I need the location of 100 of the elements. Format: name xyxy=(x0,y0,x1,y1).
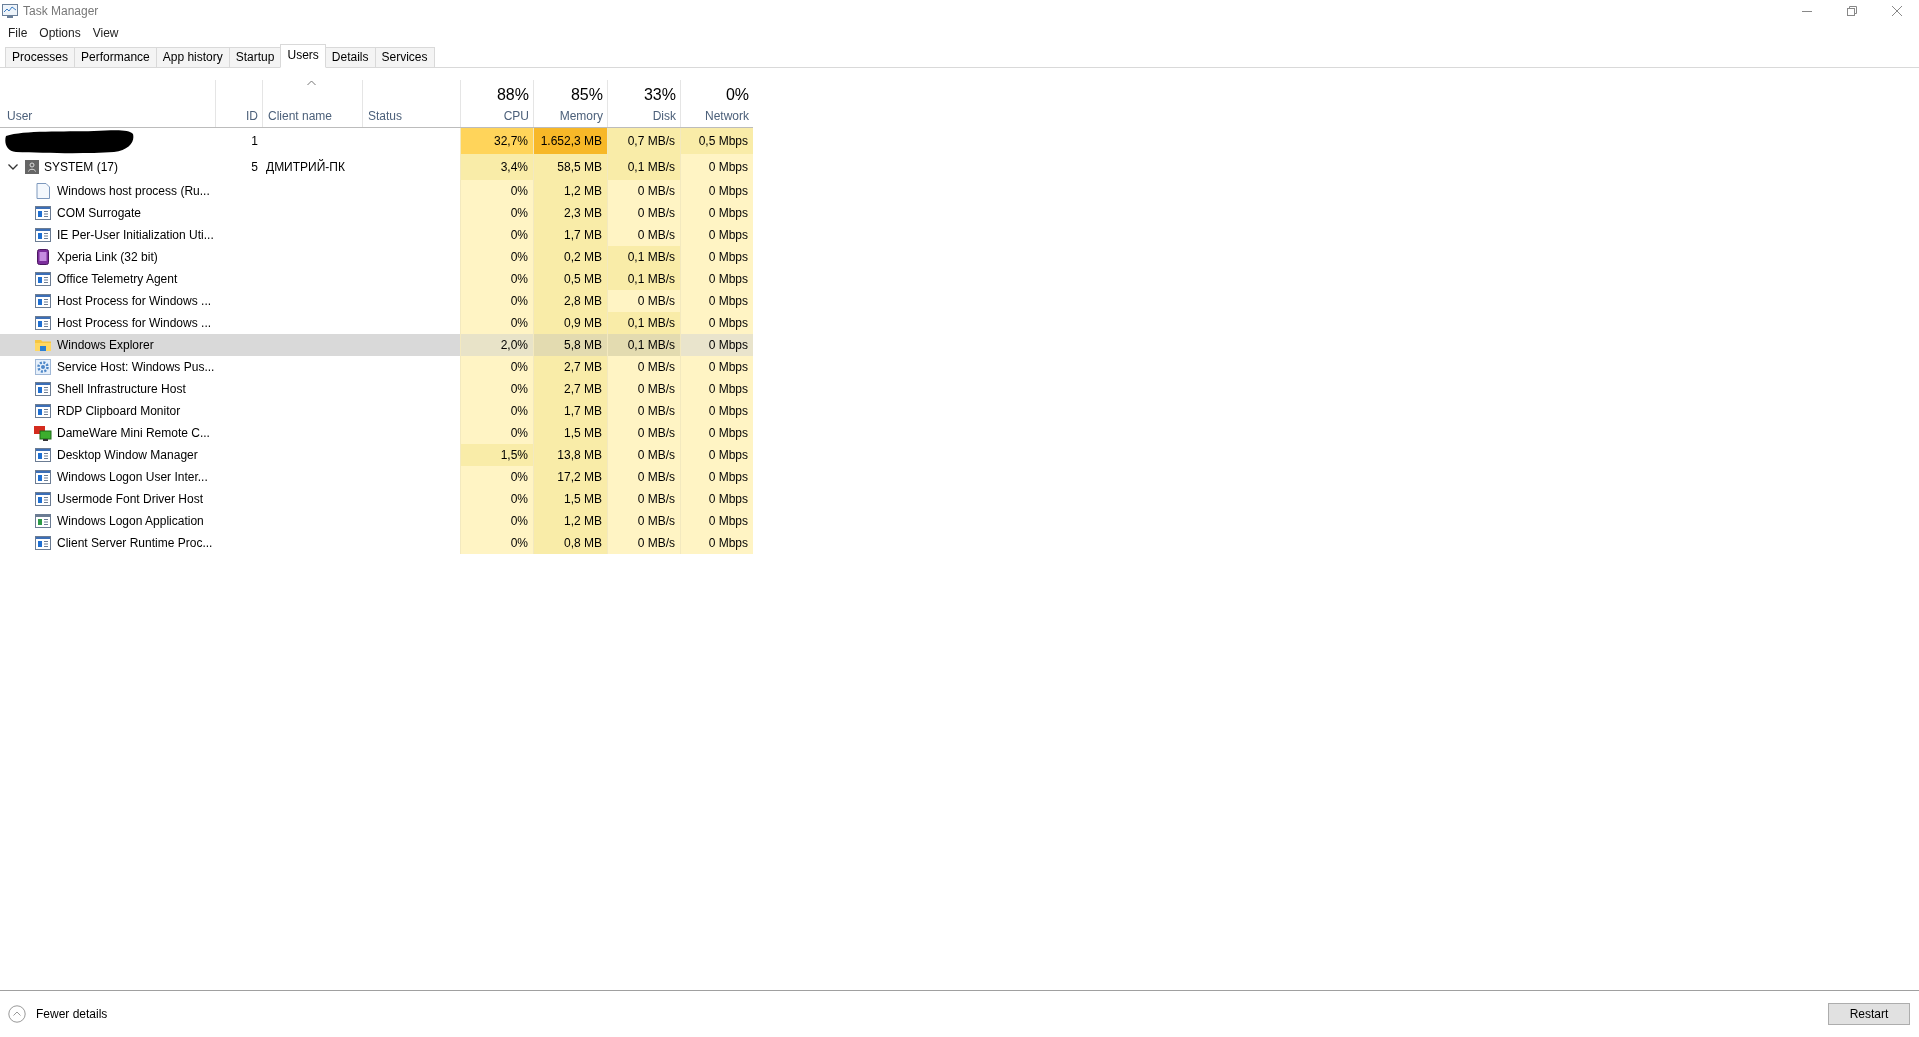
table-cell: 2,8 MB xyxy=(533,290,607,312)
process-name: Host Process for Windows ... xyxy=(57,316,212,330)
process-name: RDP Clipboard Monitor xyxy=(57,404,181,418)
column-header[interactable]: User xyxy=(7,109,211,123)
table-cell: 0,5 Mbps xyxy=(680,128,753,154)
minimize-icon xyxy=(1801,10,1812,12)
tab[interactable]: Startup xyxy=(228,47,282,67)
table-cell: 0 Mbps xyxy=(680,180,753,202)
column-header[interactable]: Memory xyxy=(559,109,603,123)
table-cell: 0% xyxy=(460,180,533,202)
column-header[interactable]: Client name xyxy=(268,109,358,123)
tab[interactable]: Users xyxy=(280,44,326,68)
column-total: 85% xyxy=(570,86,603,104)
table-cell: 0,7 MB/s xyxy=(607,128,680,154)
app-window-icon xyxy=(35,294,51,308)
app-window-icon xyxy=(35,404,51,418)
menu-item[interactable]: View xyxy=(87,23,124,42)
process-name: Host Process for Windows ... xyxy=(57,294,212,308)
table-cell: 0% xyxy=(460,466,533,488)
phone-icon xyxy=(37,249,49,265)
table-cell: 1,2 MB xyxy=(533,510,607,532)
chevron-up-circle-icon xyxy=(8,1005,26,1023)
table-cell: 0% xyxy=(460,488,533,510)
restart-button[interactable]: Restart xyxy=(1828,1003,1910,1025)
table-cell: 0 Mbps xyxy=(680,510,753,532)
table-cell: 0 Mbps xyxy=(680,268,753,290)
column-header[interactable]: Disk xyxy=(652,109,676,123)
table-cell: 0 Mbps xyxy=(680,466,753,488)
fewer-details-button[interactable]: Fewer details xyxy=(8,1005,108,1023)
column-header[interactable]: Status xyxy=(368,109,456,123)
table-cell: 0 MB/s xyxy=(607,532,680,554)
table-cell: 0 MB/s xyxy=(607,224,680,246)
table-cell: 0% xyxy=(460,378,533,400)
table-cell: 0,8 MB xyxy=(533,532,607,554)
column-header[interactable]: Network xyxy=(705,109,749,123)
table-cell: 58,5 MB xyxy=(533,154,607,180)
table-cell: 0 MB/s xyxy=(607,180,680,202)
table-cell: 2,7 MB xyxy=(533,356,607,378)
user-icon xyxy=(25,160,39,174)
table-cell: 0 MB/s xyxy=(607,400,680,422)
table-cell: 5 xyxy=(251,160,258,174)
column-header[interactable]: CPU xyxy=(503,109,529,123)
app-window-icon xyxy=(35,514,51,528)
table-cell: 0 Mbps xyxy=(680,246,753,268)
selected-row-highlight[interactable]: Windows Explorer xyxy=(0,334,460,356)
table-cell: 1,7 MB xyxy=(533,224,607,246)
app-window-icon xyxy=(35,492,51,506)
document-icon xyxy=(36,183,50,199)
table-cell: 0 MB/s xyxy=(607,378,680,400)
table-cell: 0 Mbps xyxy=(680,334,753,356)
tab[interactable]: Processes xyxy=(5,47,76,67)
app-window-icon xyxy=(35,470,51,484)
process-name: Windows host process (Ru... xyxy=(57,184,210,198)
table-cell: 0% xyxy=(460,510,533,532)
table-cell: 5,8 MB xyxy=(533,334,607,356)
table-cell: 17,2 MB xyxy=(533,466,607,488)
column-total: 0% xyxy=(725,86,749,104)
column-header[interactable]: ID xyxy=(246,109,258,123)
process-name: DameWare Mini Remote C... xyxy=(57,426,210,440)
table-cell: 1 xyxy=(251,134,258,148)
table-cell: 0% xyxy=(460,356,533,378)
table-cell: 1,5 MB xyxy=(533,488,607,510)
table-cell: 1,5% xyxy=(460,444,533,466)
tab[interactable]: App history xyxy=(155,47,230,67)
table-cell: 1,7 MB xyxy=(533,400,607,422)
table-cell: 1.652,3 MB xyxy=(533,128,607,154)
column-total: 33% xyxy=(643,86,676,104)
table-cell: 13,8 MB xyxy=(533,444,607,466)
app-window-icon xyxy=(35,316,51,330)
table-cell: 0 Mbps xyxy=(680,378,753,400)
tab[interactable]: Details xyxy=(324,47,376,67)
table-cell: 0% xyxy=(460,400,533,422)
process-name: COM Surrogate xyxy=(57,206,142,220)
table-cell: 0% xyxy=(460,202,533,224)
app-window-icon xyxy=(35,382,51,396)
table-cell: 1,5 MB xyxy=(533,422,607,444)
tab[interactable]: Performance xyxy=(74,47,157,67)
table-cell: 0 MB/s xyxy=(607,290,680,312)
menu-item[interactable]: File xyxy=(3,23,33,42)
menu-item[interactable]: Options xyxy=(34,23,86,42)
table-cell: 0 MB/s xyxy=(607,488,680,510)
app-window-icon xyxy=(35,448,51,462)
table-cell: 0 Mbps xyxy=(680,400,753,422)
process-name: Service Host: Windows Pus... xyxy=(57,360,215,374)
process-name: Shell Infrastructure Host xyxy=(57,382,186,396)
task-manager-icon xyxy=(2,4,18,18)
table-cell: 0% xyxy=(460,422,533,444)
app-window-icon xyxy=(35,272,51,286)
chevron-down-icon xyxy=(8,164,18,170)
table-cell: 0 MB/s xyxy=(607,356,680,378)
gear-icon xyxy=(35,359,51,375)
monitors-icon xyxy=(34,425,52,441)
column-total: 88% xyxy=(496,86,529,104)
tab[interactable]: Services xyxy=(374,47,435,67)
table-cell: 0,1 MB/s xyxy=(607,268,680,290)
table-cell: 3,4% xyxy=(460,154,533,180)
table-cell: 2,3 MB xyxy=(533,202,607,224)
table-cell: 0 Mbps xyxy=(680,356,753,378)
table-cell: ДМИТРИЙ-ПК xyxy=(266,160,345,174)
table-cell: 0 Mbps xyxy=(680,224,753,246)
